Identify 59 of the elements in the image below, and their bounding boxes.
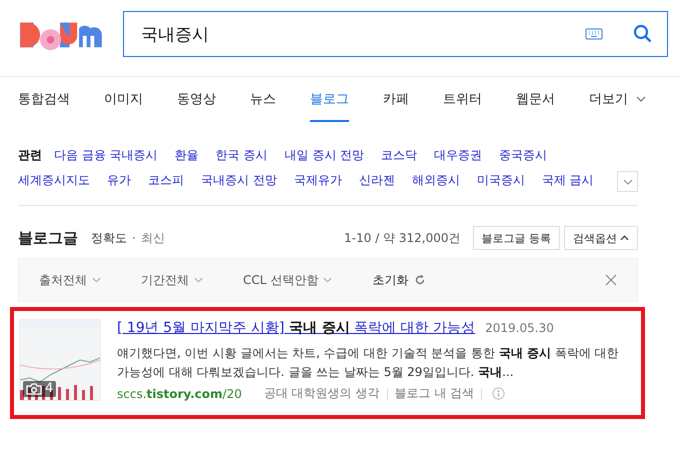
related-link[interactable]: 신라젠 <box>358 168 395 193</box>
nav-tab[interactable]: 블로그 <box>310 78 349 122</box>
option-button[interactable]: 블로그글 등록 <box>472 226 560 250</box>
separator-dot: · <box>132 231 136 245</box>
filter-option[interactable]: 출처전체 <box>39 269 101 291</box>
expand-button[interactable] <box>617 171 638 192</box>
search-query: 국내증시 <box>141 24 210 46</box>
keyboard-icon[interactable] <box>585 28 603 40</box>
nav-tab[interactable]: 더보기 <box>589 78 646 122</box>
nav-tab[interactable]: 동영상 <box>177 78 216 122</box>
close-icon[interactable] <box>605 274 617 286</box>
refresh-icon <box>414 274 426 286</box>
related-link[interactable]: 환율 <box>174 143 199 168</box>
related-link[interactable]: 국내증시 전망 <box>201 168 277 193</box>
filter-option[interactable]: 기간전체 <box>141 269 203 291</box>
related-link[interactable]: 다음 금융 국내증시 <box>54 143 158 168</box>
post-date: 2019.05.30 <box>485 321 554 335</box>
related-link[interactable]: 코스피 <box>148 168 184 193</box>
image-count-badge: 4 <box>23 381 56 397</box>
sort-option[interactable]: 정확도 <box>91 230 127 246</box>
result-count: 1-10 / 약 312,000건 <box>344 230 460 246</box>
chevron-down-icon <box>636 96 646 102</box>
filter-option[interactable]: 초기화 <box>372 269 426 291</box>
related-link[interactable]: 국제 금시 <box>542 168 594 193</box>
chevron-up-icon <box>620 235 629 241</box>
nav-tab[interactable]: 통합검색 <box>18 78 70 122</box>
search-icon[interactable] <box>633 24 653 44</box>
sort-option[interactable]: 최신 <box>140 230 165 246</box>
chevron-down-icon <box>323 277 332 283</box>
blog-name-link[interactable]: 공대 대학원생의 생각 <box>264 385 380 402</box>
section-heading: 블로그글 <box>18 228 78 248</box>
option-button[interactable]: 검색옵션 <box>564 226 638 250</box>
related-link[interactable]: 유가 <box>107 168 131 193</box>
related-link[interactable]: 해외증시 <box>412 168 460 193</box>
related-label: 관련 <box>18 147 42 164</box>
related-link[interactable]: 대우증권 <box>434 143 482 168</box>
info-icon[interactable] <box>492 387 506 400</box>
related-link[interactable]: 미국증시 <box>476 168 525 193</box>
chevron-down-icon <box>92 277 101 283</box>
result-url-link[interactable]: sccs.tistory.com/20 <box>117 386 242 400</box>
nav-tab[interactable]: 이미지 <box>104 78 143 122</box>
blog-search-link[interactable]: 블로그 내 검색 <box>394 385 474 402</box>
chevron-down-icon <box>194 277 203 283</box>
nav-tab[interactable]: 뉴스 <box>250 78 276 122</box>
result-title-link[interactable]: [ 19년 5월 마지막주 시황] 국내 증시 폭락에 대한 가능성 <box>117 319 476 337</box>
filter-option[interactable]: CCL 선택안함 <box>243 269 332 291</box>
nav-tab[interactable]: 웹문서 <box>516 78 555 122</box>
related-link[interactable]: 내일 증시 전망 <box>284 143 364 168</box>
related-link[interactable]: 코스닥 <box>381 143 418 168</box>
related-link[interactable]: 국제유가 <box>294 168 342 193</box>
nav-tab[interactable]: 트위터 <box>443 78 482 122</box>
related-link[interactable]: 한국 증시 <box>216 143 268 168</box>
nav-tab[interactable]: 카페 <box>383 78 409 122</box>
related-link[interactable]: 세계증시지도 <box>18 168 90 193</box>
chart-thumbnail[interactable]: 4 <box>19 319 101 401</box>
search-field[interactable]: 국내증시 <box>123 11 668 57</box>
chevron-down-icon <box>622 178 632 184</box>
result-snippet: 얘기했다면, 이번 시황 글에서는 차트, 수급에 대한 기술적 분석을 통한 국내 증시 폭락에 대한 가능성에 대해 다뤄보겠습니다. 글을 쓰는 날짜는 5월 29일입니다. 국내... <box>117 345 620 381</box>
related-link[interactable]: 중국증시 <box>499 143 548 168</box>
